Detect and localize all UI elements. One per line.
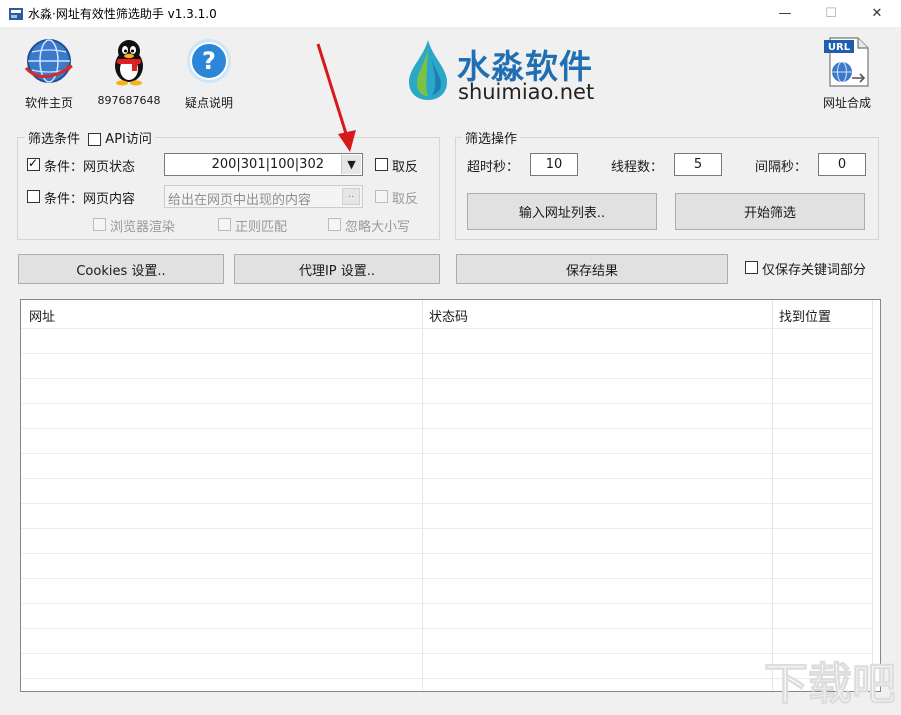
ignore-case-label: 忽略大小写 [345, 220, 411, 235]
keywords-only-checkbox[interactable] [745, 261, 758, 274]
column-divider [772, 300, 773, 691]
maximize-button[interactable]: ☐ [808, 0, 854, 27]
row-divider [21, 478, 872, 479]
close-button[interactable]: ✕ [854, 0, 900, 27]
question-mark-icon: ? [187, 39, 231, 83]
threads-input[interactable]: 5 [674, 153, 722, 176]
filter-conditions-group-label: 筛选条件 API访问 [25, 128, 155, 147]
row-divider [21, 503, 872, 504]
svg-text:?: ? [202, 47, 216, 75]
api-access-checkbox[interactable] [88, 133, 102, 146]
browser-render-checkbox[interactable] [93, 218, 106, 231]
row-divider [21, 328, 872, 329]
results-table-header: 网址 状态码 找到位置 [21, 300, 880, 328]
status-condition-label: 条件：网页状态 [44, 160, 136, 175]
column-divider [422, 300, 423, 691]
globe-icon [24, 39, 73, 83]
window-title: 水淼·网址有效性筛选助手 v1.3.1.0 [28, 7, 217, 21]
annotation-arrow-icon [316, 43, 356, 152]
api-access-label: API访问 [105, 132, 152, 147]
content-input[interactable]: 给出在网页中出现的内容 .. [164, 185, 363, 208]
status-condition-checkbox[interactable] [27, 156, 40, 171]
row-divider [21, 578, 872, 579]
help-button[interactable]: ? 疑点说明 [174, 34, 244, 114]
proxy-ip-settings-button[interactable]: 代理IP 设置.. [234, 254, 440, 284]
ignore-case-checkbox[interactable] [328, 218, 341, 231]
status-invert-label: 取反 [392, 160, 419, 175]
url-document-icon: URL [824, 37, 869, 87]
logo-english-text: shuimiao.net [458, 80, 595, 104]
column-header-url[interactable]: 网址 [29, 306, 55, 325]
cookies-settings-button[interactable]: Cookies 设置.. [18, 254, 224, 284]
filter-operations-title: 筛选操作 [462, 128, 521, 147]
column-header-status-code[interactable]: 状态码 [429, 306, 468, 325]
status-invert-checkbox[interactable] [375, 158, 388, 171]
interval-input[interactable]: 0 [818, 153, 866, 176]
column-header-found-position[interactable]: 找到位置 [779, 306, 831, 325]
url-badge-text: URL [828, 42, 851, 53]
status-code-value: 200|301|100|302 [211, 157, 324, 172]
interval-label: 间隔秒： [755, 160, 808, 175]
row-divider [21, 378, 872, 379]
column-divider [872, 300, 873, 691]
content-condition-label: 条件：网页内容 [44, 192, 136, 207]
content-invert-checkbox[interactable] [375, 190, 388, 203]
minimize-button[interactable]: — [762, 0, 808, 27]
qq-number-label: 897687648 [97, 94, 161, 107]
row-divider [21, 653, 872, 654]
row-divider [21, 353, 872, 354]
url-merge-label: 网址合成 [822, 96, 871, 110]
results-table[interactable]: 网址 状态码 找到位置 [20, 299, 881, 692]
timeout-input[interactable]: 10 [530, 153, 578, 176]
help-label: 疑点说明 [184, 96, 233, 110]
url-merge-button[interactable]: URL 网址合成 [812, 34, 882, 114]
browser-render-label: 浏览器渲染 [110, 220, 176, 235]
row-divider [21, 428, 872, 429]
save-results-button[interactable]: 保存结果 [456, 254, 728, 284]
watermark-logo: 下载吧 [765, 659, 895, 711]
regex-match-label: 正则匹配 [235, 220, 288, 235]
qq-contact-button[interactable]: 897687648 [94, 34, 164, 114]
home-page-label: 软件主页 [24, 96, 73, 110]
app-icon [9, 8, 23, 20]
threads-label: 线程数： [611, 160, 664, 175]
content-browse-button[interactable]: .. [342, 188, 360, 205]
filter-conditions-title: 筛选条件 [28, 132, 81, 147]
row-divider [21, 453, 872, 454]
content-invert-label: 取反 [392, 192, 419, 207]
row-divider [21, 628, 872, 629]
home-page-button[interactable]: 软件主页 [14, 34, 84, 114]
brand-logo: 水淼软件 shuimiao.net [405, 38, 605, 104]
timeout-label: 超时秒： [467, 160, 520, 175]
content-condition-checkbox[interactable] [27, 190, 40, 203]
qq-penguin-icon [115, 40, 143, 86]
input-url-list-button[interactable]: 输入网址列表.. [467, 193, 657, 230]
row-divider [21, 528, 872, 529]
content-input-placeholder: 给出在网页中出现的内容 [168, 193, 312, 208]
start-filter-button[interactable]: 开始筛选 [675, 193, 865, 230]
row-divider [21, 553, 872, 554]
row-divider [21, 403, 872, 404]
watermark-text: 下载吧 [765, 659, 895, 710]
water-drop-icon [409, 40, 447, 100]
regex-match-checkbox[interactable] [218, 218, 231, 231]
row-divider [21, 678, 872, 679]
keywords-only-label: 仅保存关键词部分 [762, 263, 867, 278]
row-divider [21, 603, 872, 604]
title-bar: 水淼·网址有效性筛选助手 v1.3.1.0 — ☐ ✕ [0, 0, 901, 27]
